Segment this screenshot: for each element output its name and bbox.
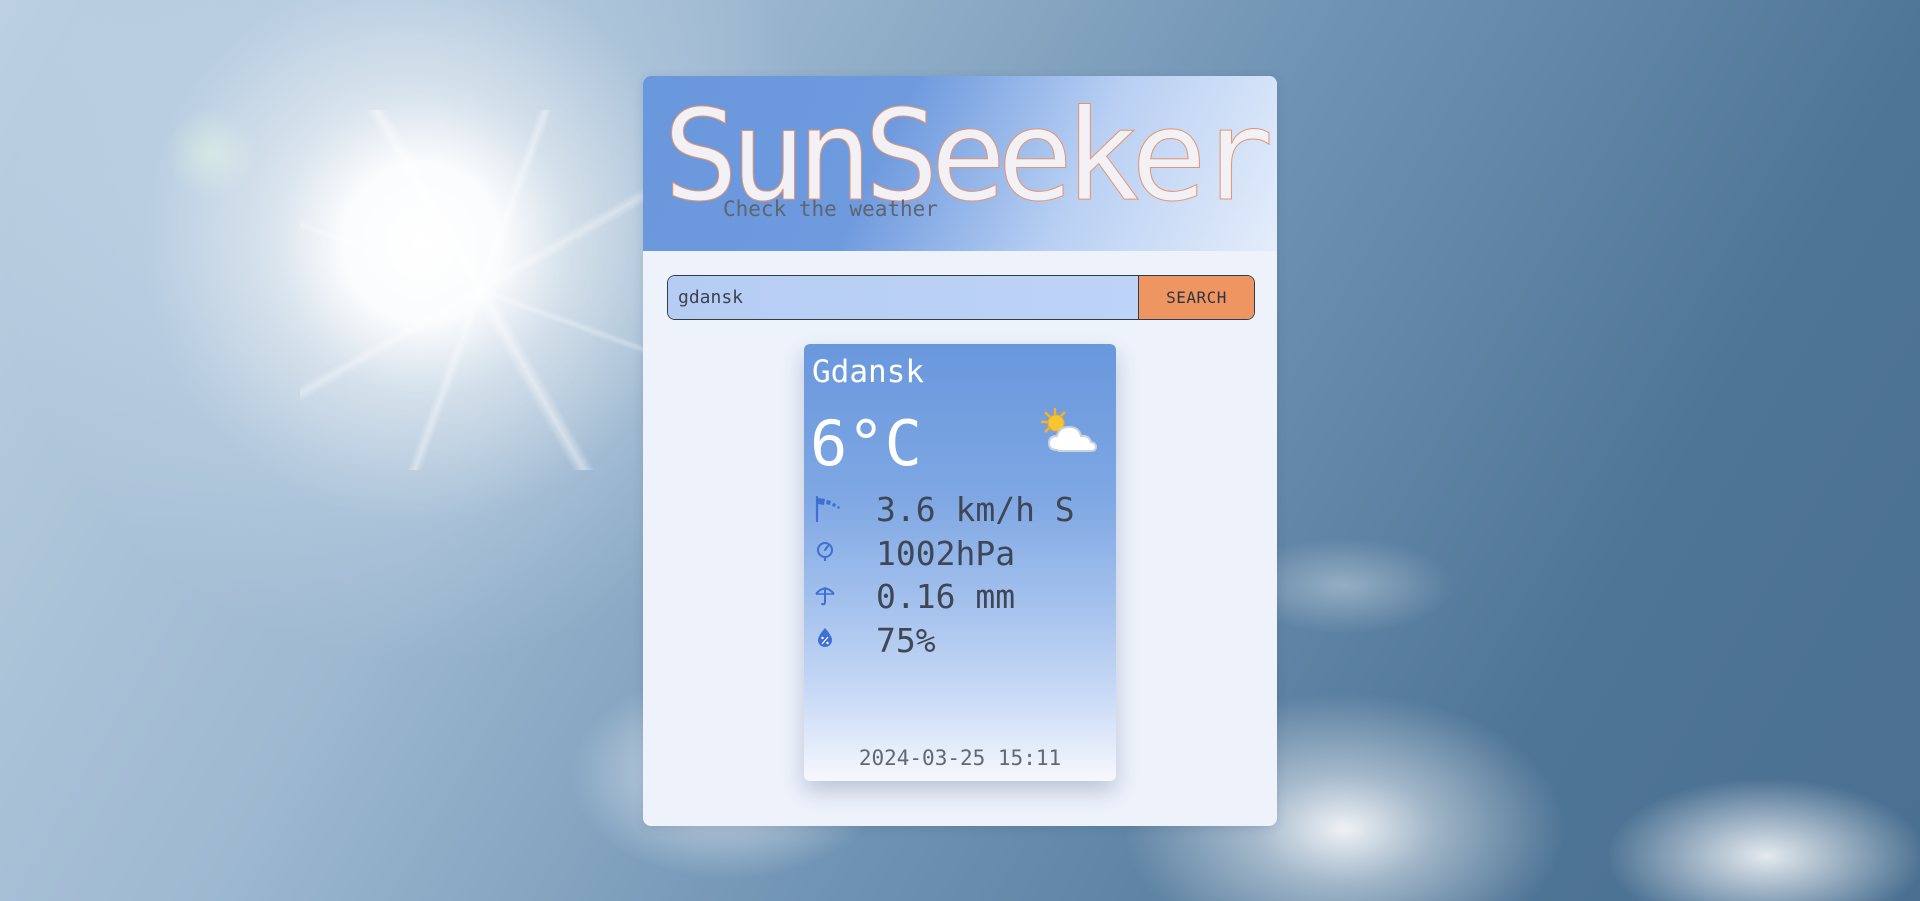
weather-card: Gdansk 6°C 3.6 km/h S 1002hPa 0.16 mm 75… bbox=[804, 344, 1116, 781]
wind-row: 3.6 km/h S bbox=[814, 489, 1075, 529]
precipitation-value: 0.16 mm bbox=[876, 576, 1016, 616]
app-header: SunSeeker Check the weather bbox=[643, 76, 1277, 251]
city-name: Gdansk bbox=[812, 354, 924, 390]
pressure-value: 1002hPa bbox=[876, 533, 1016, 573]
wind-value: 3.6 km/h S bbox=[876, 489, 1075, 529]
humidity-drop-icon bbox=[814, 626, 842, 654]
pressure-gauge-icon bbox=[814, 539, 842, 567]
sun-glare-decoration bbox=[300, 110, 660, 470]
app-panel: SunSeeker Check the weather SEARCH Gdans… bbox=[643, 76, 1277, 826]
app-subtitle: Check the weather bbox=[723, 197, 938, 221]
search-input[interactable] bbox=[668, 276, 1138, 319]
precipitation-row: 0.16 mm bbox=[814, 576, 1015, 616]
umbrella-icon bbox=[814, 582, 842, 610]
last-updated-timestamp: 2024-03-25 15:11 bbox=[858, 746, 1062, 770]
windsock-icon bbox=[814, 495, 842, 523]
temperature: 6°C bbox=[810, 407, 922, 480]
pressure-row: 1002hPa bbox=[814, 533, 1015, 573]
search-bar: SEARCH bbox=[667, 275, 1255, 320]
humidity-row: 75% bbox=[814, 620, 936, 660]
search-button[interactable]: SEARCH bbox=[1138, 276, 1254, 319]
humidity-value: 75% bbox=[876, 620, 936, 660]
sun-behind-cloud-icon bbox=[1040, 407, 1098, 452]
